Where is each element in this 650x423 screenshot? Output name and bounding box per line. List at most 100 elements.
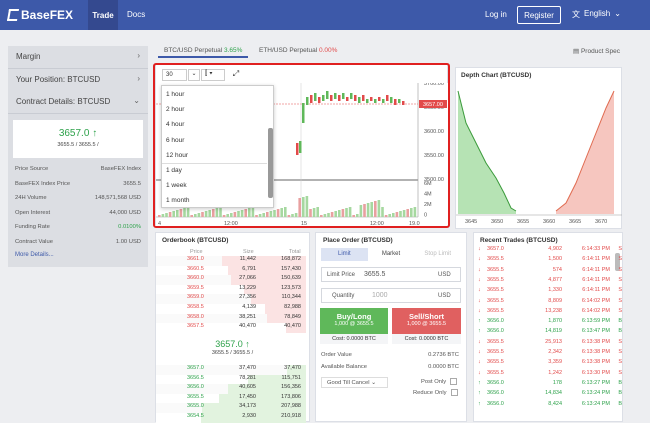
trade-side: B <box>618 318 622 325</box>
orderbook-title: Orderbook (BTCUSD) <box>162 237 229 244</box>
trade-time: 6:13:59 PM <box>581 318 610 325</box>
orderbook-size: 6,791 <box>242 265 256 272</box>
detail-key: Price Source <box>15 166 49 172</box>
contract-detail-row: Contract Value 1.00 USD <box>15 239 141 245</box>
tab-btc-perpetual[interactable]: BTC/USD Perpetual 3.65% <box>164 47 242 54</box>
arrow-down-icon: ↓ <box>478 266 481 273</box>
orderbook-price: 3659.5 <box>187 284 204 291</box>
orderbook-size: 34,173 <box>239 403 256 410</box>
quantity-field[interactable]: Quantity 1000 USD <box>321 288 461 303</box>
place-order-panel: Place Order (BTCUSD) Limit Market Stop L… <box>315 232 467 422</box>
price-sub: 3655.5 / 3655.5 / <box>57 142 99 148</box>
register-button[interactable]: Register <box>517 6 561 24</box>
orderbook-total: 82,988 <box>284 304 301 310</box>
orderbook-mid: 3657.0 ↑ 3655.5 / 3655.5 / <box>156 339 309 356</box>
orderbook-price: 3655.0 <box>187 403 204 410</box>
arrow-up-icon: ↑ <box>478 318 481 325</box>
depth-tick-label: 3665 <box>569 219 581 225</box>
sidebar-margin[interactable]: Margin › <box>8 46 148 69</box>
post-only-label: Post Only <box>421 378 447 385</box>
orderbook-row[interactable]: 3658.0 38,251 78,849 <box>156 313 306 324</box>
arrow-down-icon: ↓ <box>478 276 481 283</box>
depth-chart-panel: Depth Chart (BTCUSD) 3645 3650 3655 3660 366… <box>455 67 623 229</box>
product-spec-link[interactable]: ▤ Product Spec <box>573 47 620 55</box>
orderbook-row[interactable]: 3660.5 6,791 157,430 <box>156 265 306 276</box>
detail-value: 0.0100% <box>118 224 141 230</box>
arrow-down-icon: ↓ <box>478 297 481 304</box>
nav-trade[interactable]: Trade <box>88 0 118 30</box>
orderbook-row[interactable]: 3656.0 40,605 156,356 <box>156 384 306 395</box>
limit-price-field[interactable]: Limit Price 3655.5 USD <box>321 267 461 282</box>
trade-time: 6:14:02 PM <box>581 297 610 304</box>
tab-btc-label: BTC/USD Perpetual <box>164 47 223 54</box>
brand-logo[interactable]: BaseFEX <box>6 8 73 22</box>
reduce-only-checkbox[interactable] <box>450 389 458 396</box>
trade-side: S <box>618 246 622 252</box>
orderbook-price: 3657.5 <box>187 323 204 330</box>
trade-price: 3655.5 <box>487 276 504 283</box>
limit-price-input[interactable]: 3655.5 <box>364 271 438 278</box>
trade-size: 1,500 <box>548 256 562 263</box>
more-details-link[interactable]: More Details... <box>15 252 54 258</box>
trade-size: 14,819 <box>545 328 562 335</box>
trade-side: S <box>618 266 622 273</box>
trade-price: 3655.5 <box>487 297 504 304</box>
sell-label: Sell/Short <box>408 312 444 321</box>
orderbook-row[interactable]: 3655.0 34,173 207,988 <box>156 403 306 414</box>
trade-time: 6:13:38 PM <box>581 338 610 345</box>
depth-chart-title: Depth Chart (BTCUSD) <box>461 72 532 79</box>
trade-time: 6:13:24 PM <box>581 400 610 407</box>
quantity-input[interactable]: 1000 <box>372 292 438 299</box>
arrow-down-icon: ↓ <box>478 359 481 366</box>
orderbook-price: 3658.5 <box>187 304 204 310</box>
trade-side: S <box>618 287 622 294</box>
sidebar-contract[interactable]: Contract Details: BTCUSD ⌄ <box>8 91 148 114</box>
sell-short-button[interactable]: Sell/Short 1,000 @ 3655.5 <box>392 308 461 334</box>
orderbook-row[interactable]: 3659.5 13,229 123,573 <box>156 284 306 295</box>
post-only-toggle[interactable]: Post Only <box>421 378 458 385</box>
time-in-force-select[interactable]: Good Till Cancel ⌄ <box>321 377 388 388</box>
contract-detail-row: BaseFEX Index Price 3655.5 <box>15 181 141 187</box>
trade-side: S <box>618 349 622 355</box>
orderbook-total: 157,430 <box>281 265 301 272</box>
document-icon: ▤ <box>573 48 580 55</box>
post-only-checkbox[interactable] <box>450 378 458 385</box>
trade-row: ↓ 3655.5 8,809 6:14:02 PM S <box>478 298 628 308</box>
orderbook-row[interactable]: 3656.5 78,281 115,751 <box>156 374 306 385</box>
balance-value: 0.0000 BTC <box>428 364 459 370</box>
reduce-only-toggle[interactable]: Reduce Only <box>413 389 458 396</box>
trade-time: 6:13:27 PM <box>581 379 610 386</box>
sidebar-position[interactable]: Your Position: BTCUSD › <box>8 69 148 92</box>
orderbook-size: 37,470 <box>239 365 256 371</box>
trade-price: 3657.0 <box>487 246 504 252</box>
orderbook-size: 11,442 <box>239 256 256 262</box>
detail-value: 148,571,568 USD <box>94 195 141 201</box>
orderbook-row[interactable]: 3655.5 17,450 173,806 <box>156 393 306 404</box>
sidebar-margin-label: Margin <box>16 52 41 61</box>
tab-market[interactable]: Market <box>368 248 415 261</box>
trade-size: 4,877 <box>548 276 562 283</box>
orderbook-row[interactable]: 3660.0 27,066 150,639 <box>156 275 306 286</box>
trade-time: 6:13:47 PM <box>581 328 610 335</box>
mid-sub: 3655.5 / 3655.5 / <box>211 350 254 356</box>
tab-eth-perpetual[interactable]: ETH/USD Perpetual 0.00% <box>259 47 337 54</box>
sell-sub: 1,000 @ 3655.5 <box>406 321 447 327</box>
buy-long-button[interactable]: Buy/Long 1,000 @ 3655.5 <box>320 308 388 334</box>
trade-row: ↓ 3655.5 1,242 6:13:30 PM S <box>478 370 628 380</box>
orderbook-row[interactable]: 3657.0 37,470 37,470 <box>156 365 306 375</box>
nav-docs[interactable]: Docs <box>127 10 145 19</box>
tab-stop-limit[interactable]: Stop Limit <box>414 248 461 261</box>
trade-row: ↓ 3655.5 4,877 6:14:11 PM S <box>478 277 628 287</box>
tab-limit[interactable]: Limit <box>321 248 368 261</box>
cost-sell: Cost: 0.0000 BTC <box>392 334 461 344</box>
orderbook-total: 40,470 <box>284 323 301 330</box>
orderbook-row[interactable]: 3659.0 27,356 110,344 <box>156 294 306 305</box>
trade-price: 3656.0 <box>487 400 504 407</box>
orderbook-row[interactable]: 3657.5 40,470 40,470 <box>156 323 306 334</box>
orderbook-row[interactable]: 3661.0 11,442 168,872 <box>156 256 306 266</box>
orderbook-row[interactable]: 3658.5 4,139 82,988 <box>156 304 306 314</box>
language-selector[interactable]: 文 English ⌄ <box>572 9 621 20</box>
login-link[interactable]: Log in <box>485 10 507 19</box>
order-value-label: Order Value <box>321 352 352 358</box>
orderbook-size: 27,356 <box>239 294 256 301</box>
